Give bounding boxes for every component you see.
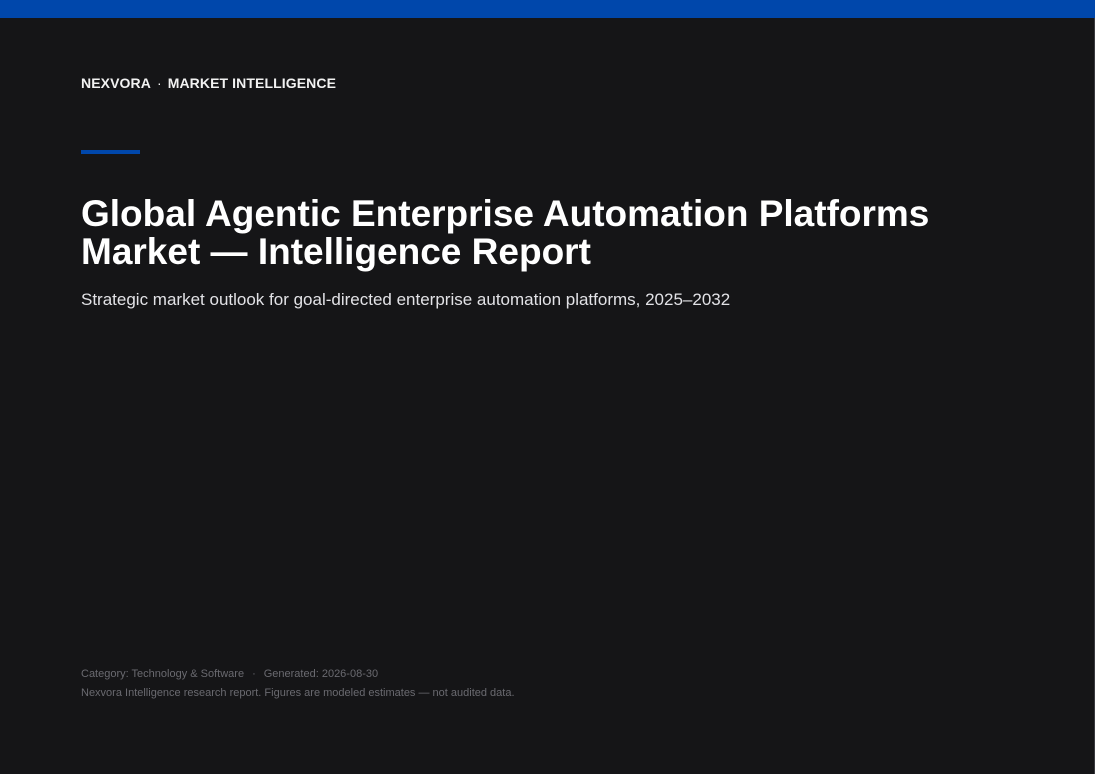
report-title: Global Agentic Enterprise Automation Pla…: [81, 193, 930, 272]
report-category: Category: Technology & Software: [81, 668, 245, 680]
report-disclaimer: Nexvora Intelligence research report. Fi…: [81, 687, 515, 699]
title-accent-line: [81, 150, 140, 154]
brand-name: NEXVORA: [81, 75, 151, 91]
report-generated-date: Generated: 2026-08-30: [263, 668, 379, 680]
brand-section: MARKET INTELLIGENCE: [167, 75, 337, 91]
meta-separator: ·: [252, 668, 256, 680]
top-accent-bar: [0, 0, 1095, 18]
report-meta: Category: Technology & Software · Generate…: [81, 667, 378, 681]
brand-header: NEXVORA · MARKET INTELLIGENCE: [81, 75, 336, 91]
report-subtitle: Strategic market outlook for goal-direct…: [81, 290, 731, 309]
brand-separator: ·: [156, 75, 162, 91]
